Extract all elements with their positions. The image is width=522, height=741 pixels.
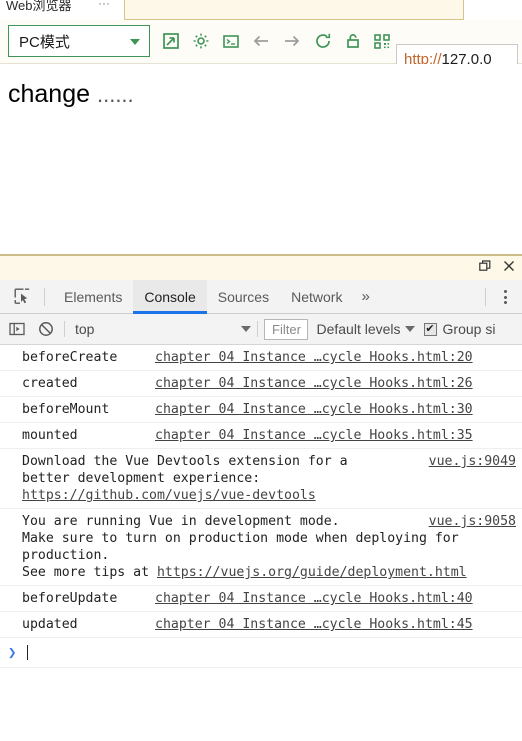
devtools-tab-bar: Elements Console Sources Network » <box>0 279 522 314</box>
console-source-link[interactable]: chapter 04 Instance …cycle Hooks.html:35 <box>155 427 473 444</box>
tab-network[interactable]: Network <box>280 280 353 314</box>
prompt-chevron-icon: ❯ <box>8 644 17 661</box>
restore-window-icon[interactable] <box>478 259 492 273</box>
console-inline-link[interactable]: https://vuejs.org/guide/deployment.html <box>157 565 467 580</box>
console-source-link[interactable]: vue.js:9058 <box>429 513 516 530</box>
tab-sources[interactable]: Sources <box>207 280 280 314</box>
forward-arrow-icon[interactable] <box>281 30 303 52</box>
page-heading: change ...... <box>8 80 134 109</box>
console-message[interactable]: beforeUpdate chapter 04 Instance …cycle … <box>0 586 522 612</box>
console-context-selector[interactable]: top <box>75 321 94 337</box>
console-source-link[interactable]: chapter 04 Instance …cycle Hooks.html:40 <box>155 590 473 607</box>
console-terminal-icon[interactable] <box>220 30 242 52</box>
chevron-down-icon <box>130 39 140 45</box>
clear-console-icon[interactable] <box>34 318 58 340</box>
back-arrow-icon[interactable] <box>250 30 272 52</box>
open-external-icon[interactable] <box>160 30 182 52</box>
browser-tab-overflow-dots[interactable]: ··· <box>98 0 110 10</box>
console-inline-link[interactable]: https://github.com/vuejs/vue-devtools <box>22 488 316 503</box>
browser-tab-strip: Web浏览器 ··· <box>0 0 522 20</box>
console-message[interactable]: mounted chapter 04 Instance …cycle Hooks… <box>0 423 522 449</box>
console-levels-dropdown[interactable]: Default levels <box>316 321 415 337</box>
console-source-link[interactable]: chapter 04 Instance …cycle Hooks.html:20 <box>155 349 473 366</box>
tabbar-divider <box>44 287 45 306</box>
console-toolbar-divider-1 <box>64 321 65 337</box>
console-input-caret <box>27 645 29 660</box>
close-devtools-icon[interactable] <box>502 259 516 273</box>
device-mode-select[interactable]: PC模式 <box>8 25 150 57</box>
group-similar-label: Group si <box>442 321 496 337</box>
tab-console[interactable]: Console <box>133 279 207 314</box>
devtools-window-controls <box>478 259 516 273</box>
console-source-link[interactable]: vue.js:9049 <box>429 453 516 470</box>
inspect-element-icon[interactable] <box>8 284 36 310</box>
console-message[interactable]: updated chapter 04 Instance …cycle Hooks… <box>0 612 522 638</box>
console-message[interactable]: You are running Vue in development mode.… <box>0 509 522 586</box>
devtools-tabbar-right <box>477 280 522 314</box>
tab-network-label: Network <box>291 288 343 305</box>
browser-tab-panel <box>124 0 464 20</box>
console-message-text: Download the Vue Devtools extension for … <box>22 454 348 503</box>
console-toolbar-divider-2 <box>257 321 259 337</box>
console-message[interactable]: beforeCreate chapter 04 Instance …cycle … <box>0 345 522 371</box>
group-similar-checkbox[interactable]: ✔ <box>423 322 437 336</box>
console-source-link[interactable]: chapter 04 Instance …cycle Hooks.html:26 <box>155 375 473 392</box>
console-toolbar: top Filter Default levels ✔ Group si <box>0 314 522 345</box>
devtools-panel: Elements Console Sources Network » top F… <box>0 254 522 741</box>
browser-toolbar: PC模式 http://127.0.0 <box>0 20 522 74</box>
console-message[interactable]: Download the Vue Devtools extension for … <box>0 449 522 509</box>
tab-elements-label: Elements <box>64 288 123 305</box>
console-levels-label: Default levels <box>316 321 401 337</box>
console-prompt-row[interactable]: ❯ <box>0 638 522 668</box>
browser-tab-title[interactable]: Web浏览器 <box>6 0 72 14</box>
reload-icon[interactable] <box>312 30 334 52</box>
page-heading-dots: ...... <box>96 82 134 107</box>
console-message[interactable]: created chapter 04 Instance …cycle Hooks… <box>0 371 522 397</box>
tabs-overflow-button[interactable]: » <box>353 288 377 305</box>
checkmark-icon: ✔ <box>425 322 435 335</box>
devtools-more-options-icon[interactable] <box>494 290 516 304</box>
page-heading-text: change <box>8 80 91 108</box>
device-mode-value: PC模式 <box>19 33 70 51</box>
console-sidebar-icon[interactable] <box>5 318 29 340</box>
tab-sources-label: Sources <box>217 288 270 305</box>
console-filter-input[interactable]: Filter <box>264 318 309 340</box>
page-viewport: change ...... <box>0 64 522 254</box>
console-levels-chevron-down-icon <box>404 326 415 332</box>
console-source-link[interactable]: chapter 04 Instance …cycle Hooks.html:30 <box>155 401 473 418</box>
gear-icon[interactable] <box>190 30 212 52</box>
qr-code-icon[interactable] <box>371 30 393 52</box>
console-message[interactable]: beforeMount chapter 04 Instance …cycle H… <box>0 397 522 423</box>
console-source-link[interactable]: chapter 04 Instance …cycle Hooks.html:45 <box>155 616 473 633</box>
devtools-title-strip <box>0 254 522 280</box>
tab-console-label: Console <box>144 288 196 305</box>
console-filter-placeholder: Filter <box>272 321 301 337</box>
tab-elements[interactable]: Elements <box>53 280 133 314</box>
tabbar-right-divider <box>485 288 486 306</box>
console-context-chevron-down-icon[interactable] <box>241 326 252 332</box>
lock-open-icon[interactable] <box>342 30 364 52</box>
console-message-list[interactable]: beforeCreate chapter 04 Instance …cycle … <box>0 345 522 736</box>
